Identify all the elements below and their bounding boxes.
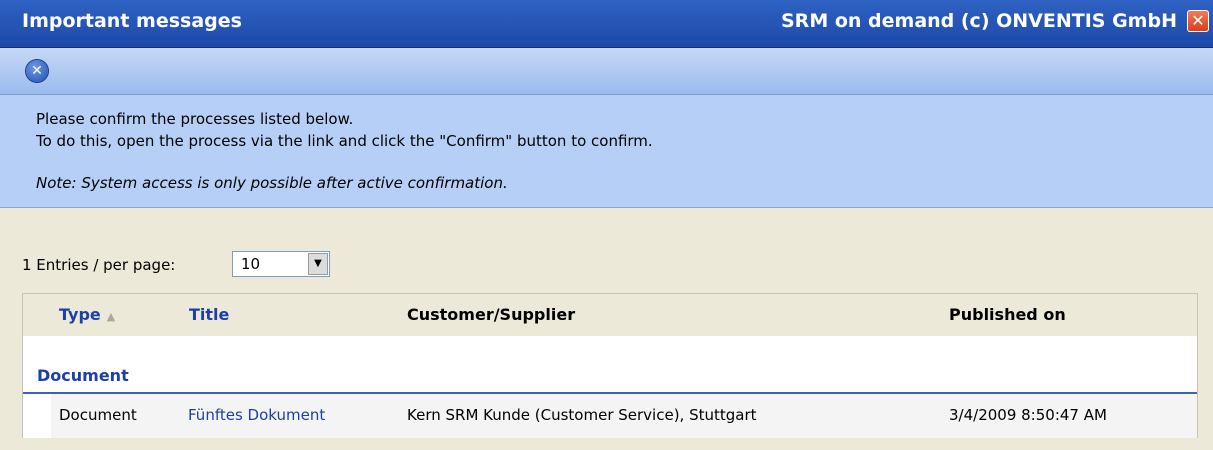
column-header-customer: Customer/Supplier xyxy=(407,305,576,324)
cell-published: 3/4/2009 8:50:47 AM xyxy=(949,406,1107,424)
window-title: Important messages xyxy=(22,10,242,32)
group-row: Document xyxy=(23,336,1197,394)
column-header-type-label: Type xyxy=(59,305,101,324)
cell-title-link[interactable]: Fünftes Dokument xyxy=(188,406,325,424)
row-indent xyxy=(23,394,51,438)
group-title: Document xyxy=(37,366,129,385)
row-cells: Document Fünftes Dokument Kern SRM Kunde… xyxy=(51,394,1197,438)
chevron-down-icon[interactable]: ▼ xyxy=(308,253,328,275)
page-size-value: 10 xyxy=(241,255,261,273)
table-row: Document Fünftes Dokument Kern SRM Kunde… xyxy=(23,394,1197,438)
toolbar: ✕ xyxy=(0,48,1213,95)
close-window-icon[interactable]: ✕ xyxy=(1187,10,1209,32)
window-titlebar: Important messages SRM on demand (c) ONV… xyxy=(0,0,1213,48)
info-line-1: Please confirm the processes listed belo… xyxy=(36,110,354,128)
close-circle-icon[interactable]: ✕ xyxy=(26,60,48,82)
page-size-select[interactable]: 10 ▼ xyxy=(232,251,330,277)
cell-type: Document xyxy=(59,406,137,424)
column-header-title[interactable]: Title xyxy=(189,305,229,324)
info-line-2: To do this, open the process via the lin… xyxy=(36,132,653,150)
messages-table: Type ▲ Title Customer/Supplier Published … xyxy=(22,293,1198,438)
column-header-published: Published on xyxy=(949,305,1066,324)
cell-customer: Kern SRM Kunde (Customer Service), Stutt… xyxy=(407,406,757,424)
column-header-type[interactable]: Type ▲ xyxy=(59,305,115,324)
vendor-label: SRM on demand (c) ONVENTIS GmbH xyxy=(781,10,1177,32)
sort-ascending-icon: ▲ xyxy=(106,310,116,323)
info-panel: Please confirm the processes listed belo… xyxy=(0,95,1213,208)
entries-label: 1 Entries / per page: xyxy=(22,256,176,274)
info-note: Note: System access is only possible aft… xyxy=(36,174,508,192)
table-header: Type ▲ Title Customer/Supplier Published … xyxy=(23,294,1197,336)
